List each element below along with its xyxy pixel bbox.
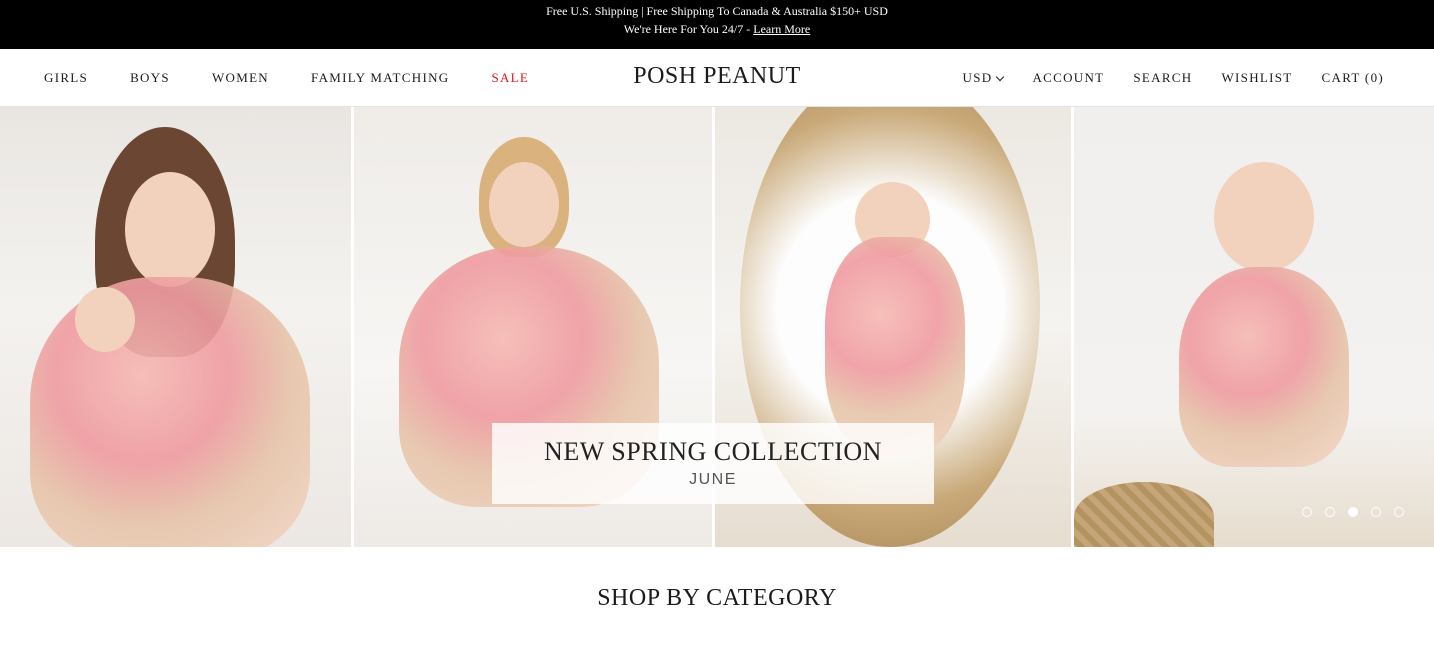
section-title: SHOP BY CATEGORY xyxy=(597,585,837,611)
slide-dot-5[interactable] xyxy=(1394,507,1404,517)
site-logo[interactable]: POSH PEANUT xyxy=(633,63,801,90)
announcement-line2: We're Here For You 24/7 - Learn More xyxy=(0,20,1434,38)
announcement-line1: Free U.S. Shipping | Free Shipping To Ca… xyxy=(546,4,888,18)
nav-boys[interactable]: BOYS xyxy=(130,70,170,86)
wishlist-link[interactable]: WISHLIST xyxy=(1221,70,1292,86)
utility-nav: USD ACCOUNT SEARCH WISHLIST CART (0) xyxy=(934,49,1384,107)
learn-more-link[interactable]: Learn More xyxy=(753,22,810,36)
site-header: GIRLS BOYS WOMEN FAMILY MATCHING SALE PO… xyxy=(0,49,1434,107)
nav-family-matching[interactable]: FAMILY MATCHING xyxy=(311,70,449,86)
hero-image-mother-baby xyxy=(0,107,351,547)
slide-dot-4[interactable] xyxy=(1371,507,1381,517)
slide-pagination xyxy=(1289,507,1404,517)
search-link[interactable]: SEARCH xyxy=(1133,70,1192,86)
account-link[interactable]: ACCOUNT xyxy=(1032,70,1104,86)
hero-caption[interactable]: NEW SPRING COLLECTION JUNE xyxy=(492,423,934,504)
hero-image-toddler xyxy=(1074,107,1434,547)
cart-link[interactable]: CART (0) xyxy=(1322,70,1384,86)
face-shape xyxy=(125,172,215,287)
hero-title: NEW SPRING COLLECTION xyxy=(544,437,882,466)
slide-dot-1[interactable] xyxy=(1302,507,1312,517)
baby-face-shape xyxy=(75,287,135,352)
hero-subtitle: JUNE xyxy=(689,471,737,488)
announcement-line2-text: We're Here For You 24/7 - xyxy=(623,22,751,36)
currency-selector[interactable]: USD xyxy=(962,70,1005,86)
nav-women[interactable]: WOMEN xyxy=(212,70,269,86)
main-nav: GIRLS BOYS WOMEN FAMILY MATCHING SALE xyxy=(44,49,571,107)
face-shape xyxy=(1214,162,1315,272)
slide-dot-2[interactable] xyxy=(1325,507,1335,517)
pouf-shape xyxy=(1074,482,1215,547)
floral-dress-shape xyxy=(1179,267,1350,467)
slide-dot-3[interactable] xyxy=(1348,507,1358,517)
chevron-down-icon xyxy=(996,72,1005,81)
currency-label: USD xyxy=(962,70,993,85)
hero-slideshow[interactable]: NEW SPRING COLLECTION JUNE xyxy=(0,107,1434,547)
nav-girls[interactable]: GIRLS xyxy=(44,70,88,86)
nav-sale[interactable]: SALE xyxy=(491,70,529,86)
face-shape xyxy=(488,162,559,247)
floral-dress-shape xyxy=(30,277,310,547)
announcement-bar: Free U.S. Shipping | Free Shipping To Ca… xyxy=(0,0,1434,49)
